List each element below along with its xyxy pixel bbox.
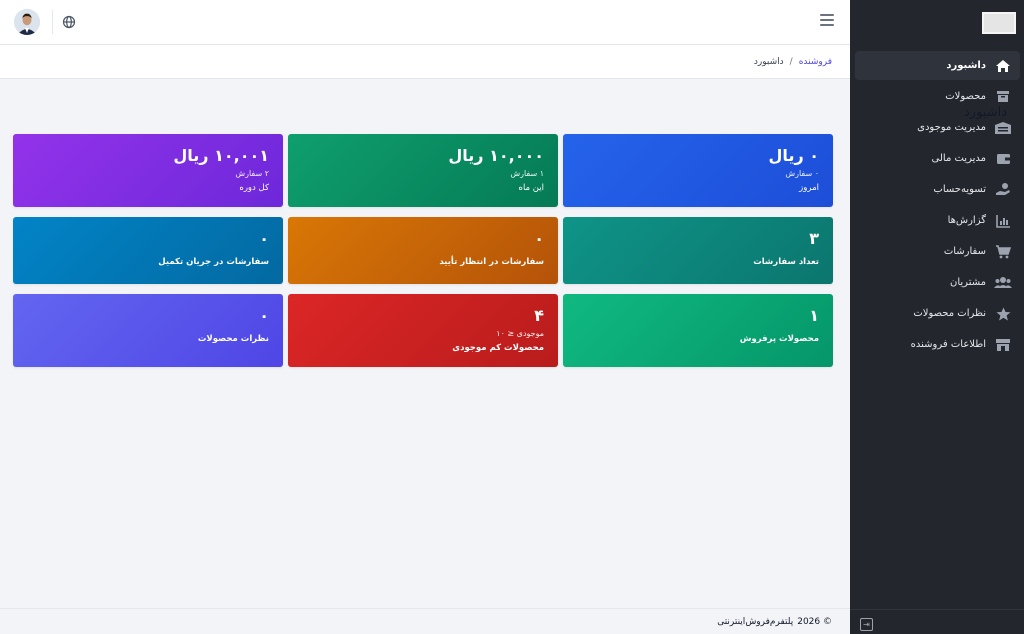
avatar[interactable]	[14, 9, 40, 35]
breadcrumb: فروشنده / داشبورد	[0, 45, 850, 79]
logo[interactable]	[982, 11, 1016, 34]
stat-card-order-count[interactable]: ۳ تعداد سفارشات	[563, 217, 833, 284]
stat-label: سفارشات در جریان تکمیل	[158, 257, 269, 267]
stat-subtext: ۱ سفارش	[510, 169, 544, 178]
sidebar-item-finance[interactable]: مدیریت مالی	[855, 144, 1020, 173]
logo-area	[850, 0, 1024, 45]
stat-card-total-period[interactable]: ۱۰,۰۰۱ ریال ۲ سفارش کل دوره	[13, 134, 283, 207]
stat-value: ۰ ریال	[768, 146, 819, 165]
sidebar-item-label: سفارشات	[943, 246, 986, 257]
stat-card-orders-in-progress[interactable]: ۰ سفارشات در جریان تکمیل	[13, 217, 283, 284]
hand-coin-icon	[994, 181, 1012, 199]
sidebar-item-label: مشتریان	[950, 277, 986, 288]
stat-value: ۰	[534, 229, 544, 248]
stat-label: کل دوره	[239, 183, 269, 193]
sidebar-item-orders[interactable]: سفارشات	[855, 237, 1020, 266]
sidebar-item-label: محصولات	[945, 91, 986, 102]
chart-icon	[994, 212, 1012, 230]
stat-value: ۱۰,۰۰۱ ریال	[173, 146, 269, 165]
breadcrumb-current: داشبورد	[753, 56, 784, 67]
stat-subtext: ۲ سفارش	[235, 169, 269, 178]
stat-value: ۰	[259, 229, 269, 248]
sidebar-item-label: گزارش‌ها	[947, 215, 986, 226]
stat-value: ۴	[534, 306, 544, 325]
stat-subtext: موجودی ≤ ۱۰	[496, 329, 544, 338]
stat-value: ۱	[809, 306, 819, 325]
sidebar-item-label: داشبورد	[946, 60, 986, 71]
footer-copyright: © 2026	[797, 616, 832, 627]
footer-brand: پلتفرم‌فروش‌اینترنتی	[717, 616, 794, 627]
stat-card-this-month[interactable]: ۱۰,۰۰۰ ریال ۱ سفارش این ماه	[288, 134, 558, 207]
stat-label: این ماه	[518, 183, 545, 193]
sidebar-footer-divider	[850, 609, 1024, 610]
page-title: داشبورد	[964, 105, 1007, 120]
sidebar-nav: داشبورد محصولات مدیریت موجودی مدیریت مال…	[850, 51, 1024, 359]
stat-label: سفارشات در انتظار تأیید	[439, 257, 544, 267]
box-icon	[994, 88, 1012, 106]
sidebar-item-label: نظرات محصولات	[913, 308, 986, 319]
stat-value: ۳	[809, 229, 819, 248]
stat-card-low-stock[interactable]: ۴ موجودی ≤ ۱۰ محصولات کم موجودی	[288, 294, 558, 367]
store-icon	[994, 336, 1012, 354]
cart-icon	[994, 243, 1012, 261]
breadcrumb-separator: /	[789, 56, 793, 67]
stat-label: محصولات پرفروش	[739, 334, 819, 344]
home-icon	[994, 57, 1012, 75]
topbar	[0, 0, 850, 45]
sidebar-item-customers[interactable]: مشتریان	[855, 268, 1020, 297]
sidebar-item-label: اطلاعات فروشنده	[910, 339, 986, 350]
stat-value: ۰	[259, 306, 269, 325]
topbar-divider	[52, 10, 53, 34]
sidebar-item-settlement[interactable]: تسویه‌حساب	[855, 175, 1020, 204]
users-icon	[994, 274, 1012, 292]
stat-label: محصولات کم موجودی	[452, 343, 544, 353]
stat-subtext: ۰ سفارش	[785, 169, 819, 178]
sidebar-item-seller-info[interactable]: اطلاعات فروشنده	[855, 330, 1020, 359]
sidebar-item-reviews[interactable]: نظرات محصولات	[855, 299, 1020, 328]
sidebar-item-dashboard[interactable]: داشبورد	[855, 51, 1020, 80]
sidebar-item-label: مدیریت موجودی	[917, 122, 986, 133]
stat-card-orders-pending[interactable]: ۰ سفارشات در انتظار تأیید	[288, 217, 558, 284]
sidebar: داشبورد محصولات مدیریت موجودی مدیریت مال…	[850, 0, 1024, 634]
star-icon	[994, 305, 1012, 323]
stat-card-product-reviews[interactable]: ۰ نظرات محصولات	[13, 294, 283, 367]
wallet-icon	[994, 150, 1012, 168]
stat-card-bestsellers[interactable]: ۱ محصولات پرفروش	[563, 294, 833, 367]
sidebar-item-label: مدیریت مالی	[931, 153, 986, 164]
stat-value: ۱۰,۰۰۰ ریال	[448, 146, 544, 165]
hamburger-icon[interactable]	[820, 14, 834, 26]
stats-grid: ۱۰,۰۰۱ ریال ۲ سفارش کل دوره ۱۰,۰۰۰ ریال …	[13, 134, 833, 367]
stat-card-today[interactable]: ۰ ریال ۰ سفارش امروز	[563, 134, 833, 207]
collapse-sidebar-icon[interactable]: ⇥	[860, 618, 873, 631]
stat-label: امروز	[799, 183, 819, 193]
sidebar-item-label: تسویه‌حساب	[933, 184, 986, 195]
stat-label: تعداد سفارشات	[753, 257, 819, 267]
warehouse-icon	[994, 119, 1012, 137]
globe-icon[interactable]	[62, 15, 76, 29]
breadcrumb-link-seller[interactable]: فروشنده	[799, 57, 832, 67]
footer: © 2026 پلتفرم‌فروش‌اینترنتی	[0, 608, 850, 634]
stat-label: نظرات محصولات	[197, 334, 269, 344]
sidebar-item-reports[interactable]: گزارش‌ها	[855, 206, 1020, 235]
